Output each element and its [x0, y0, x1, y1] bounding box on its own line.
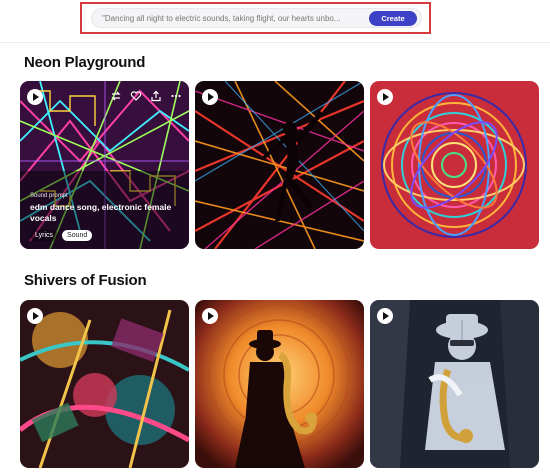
card-art [370, 81, 539, 249]
card-art [195, 300, 364, 468]
prompt-search-bar[interactable]: Create [91, 8, 422, 28]
song-card[interactable] [20, 300, 189, 468]
prompt-input[interactable] [102, 12, 364, 25]
play-icon[interactable] [377, 308, 393, 324]
remix-icon[interactable] [109, 89, 123, 103]
share-icon[interactable] [149, 89, 163, 103]
section-title-neon-playground: Neon Playground [24, 54, 146, 71]
play-icon[interactable] [27, 89, 43, 105]
song-card[interactable] [195, 81, 364, 249]
section-title-shivers-of-fusion: Shivers of Fusion [24, 272, 147, 289]
shivers-of-fusion-row [20, 300, 540, 468]
play-icon[interactable] [377, 89, 393, 105]
lyrics-chip[interactable]: Lyrics [30, 230, 59, 241]
prompt-label: Sound prompt [30, 193, 68, 199]
prompt-chips: Lyrics Sound [30, 230, 179, 241]
top-bar: Create [0, 0, 550, 43]
heart-icon[interactable] [129, 89, 143, 103]
search-highlight-frame: Create [80, 2, 431, 34]
sound-chip[interactable]: Sound [62, 230, 93, 241]
card-prompt-overlay: Sound prompt edm dance song, electronic … [30, 193, 179, 241]
song-card[interactable] [370, 81, 539, 249]
card-art [370, 300, 539, 468]
card-actions [109, 89, 183, 103]
song-card[interactable]: Sound prompt edm dance song, electronic … [20, 81, 189, 249]
play-icon[interactable] [202, 89, 218, 105]
play-icon[interactable] [202, 308, 218, 324]
song-card[interactable] [370, 300, 539, 468]
more-icon[interactable] [169, 89, 183, 103]
prompt-text: edm dance song, electronic female vocals [30, 202, 172, 223]
create-button[interactable]: Create [369, 11, 417, 26]
card-art [195, 81, 364, 249]
play-icon[interactable] [27, 308, 43, 324]
song-card[interactable] [195, 300, 364, 468]
neon-playground-row: Sound prompt edm dance song, electronic … [20, 81, 540, 249]
card-art [20, 300, 189, 468]
